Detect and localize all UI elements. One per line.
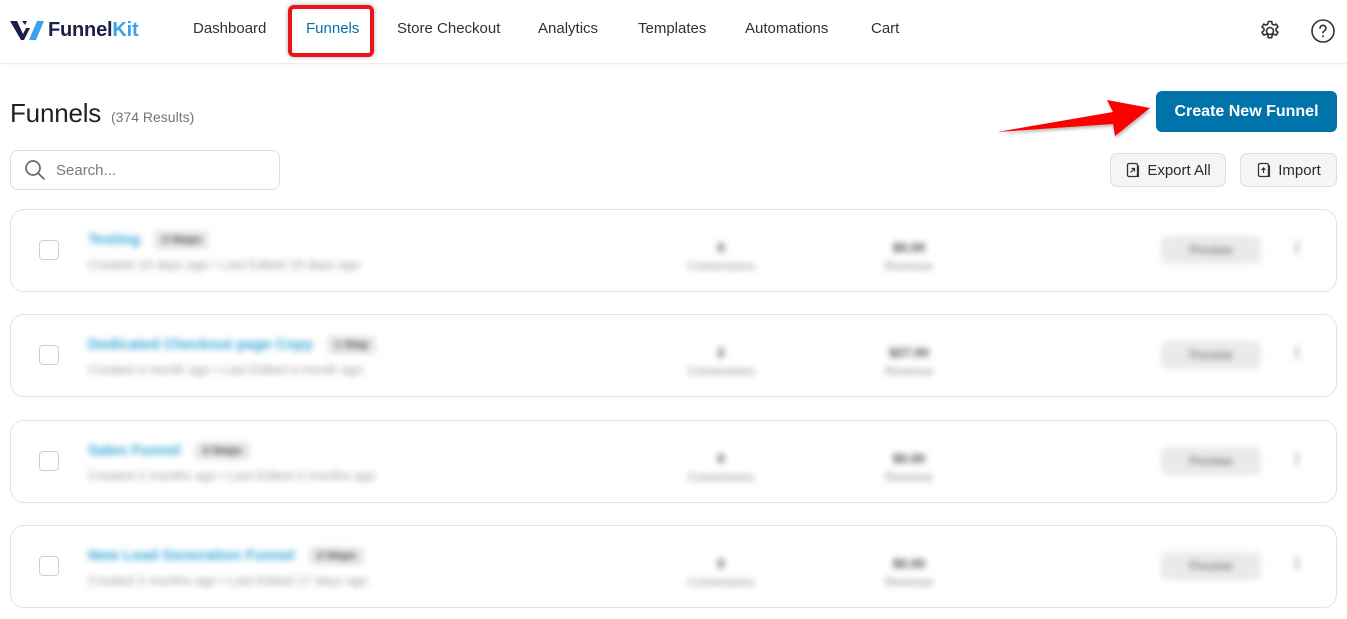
nav-store-checkout[interactable]: Store Checkout <box>397 20 500 37</box>
import-label: Import <box>1278 161 1321 179</box>
nav-dashboard[interactable]: Dashboard <box>193 20 266 37</box>
preview-button[interactable]: Preview <box>1161 341 1261 369</box>
export-all-button[interactable]: Export All <box>1110 153 1226 187</box>
funnel-row[interactable]: Dedicated Checkout page Copy 1 Step Creat… <box>10 314 1337 397</box>
conversions-stat: 0 Conversions <box>661 451 781 484</box>
revenue-value: $0.00 <box>892 556 926 571</box>
funnel-meta: Created 2 months ago • Last Edited 17 da… <box>88 573 368 588</box>
more-options-icon[interactable]: ⋮ <box>1289 343 1305 363</box>
revenue-stat: $0.00 Revenue <box>849 556 969 589</box>
conversions-stat: 0 Conversions <box>661 556 781 589</box>
revenue-label: Revenue <box>884 470 934 484</box>
row-checkbox[interactable] <box>39 556 59 576</box>
annotation-highlight-box <box>288 5 374 57</box>
conversions-label: Conversions <box>687 470 755 484</box>
revenue-label: Revenue <box>884 575 934 589</box>
funnelkit-logo[interactable]: FunnelKit <box>10 16 139 44</box>
brand-name: FunnelKit <box>48 18 139 42</box>
result-count: (374 Results) <box>111 109 195 125</box>
funnel-name[interactable]: Testing <box>88 231 140 248</box>
help-circle-icon <box>1311 19 1335 43</box>
conversions-stat: 0 Conversions <box>661 240 781 273</box>
conversions-label: Conversions <box>687 364 755 378</box>
steps-badge: 1 Step <box>327 336 377 355</box>
brand-name-funnel: Funnel <box>48 18 113 41</box>
blurred-row-content: New Lead Generation Funnel 2 Steps Create… <box>68 526 1336 607</box>
more-options-icon[interactable]: ⋮ <box>1289 554 1305 574</box>
annotation-arrow-icon <box>997 100 1150 136</box>
export-all-label: Export All <box>1147 161 1211 179</box>
funnelkit-logo-icon <box>10 21 44 40</box>
gear-icon <box>1261 20 1279 39</box>
revenue-stat: $27.00 Revenue <box>849 345 969 378</box>
page-title: Funnels <box>10 98 102 128</box>
conversions-value: 0 <box>717 240 725 255</box>
search-box[interactable] <box>10 150 280 190</box>
more-options-icon[interactable]: ⋮ <box>1289 238 1305 258</box>
funnel-meta: Created 2 months ago • Last Edited 2 mon… <box>88 468 376 483</box>
preview-button[interactable]: Preview <box>1161 552 1261 580</box>
revenue-label: Revenue <box>884 259 934 273</box>
nav-automations[interactable]: Automations <box>745 20 828 37</box>
funnel-name-link[interactable]: Dedicated Checkout page Copy 1 Step <box>88 336 377 355</box>
nav-analytics[interactable]: Analytics <box>538 20 598 37</box>
funnel-meta: Created a month ago • Last Edited a mont… <box>88 362 363 377</box>
steps-badge: 2 Steps <box>154 231 210 250</box>
nav-templates[interactable]: Templates <box>638 20 706 37</box>
top-navigation-bar: FunnelKit Dashboard Funnels Store Checko… <box>0 0 1347 64</box>
search-icon <box>25 160 45 180</box>
blurred-row-content: Testing 2 Steps Created 19 days ago • Las… <box>68 210 1336 291</box>
revenue-stat: $0.00 Revenue <box>849 451 969 484</box>
revenue-value: $0.00 <box>892 240 926 255</box>
steps-badge: 4 Steps <box>194 442 250 461</box>
funnel-name-link[interactable]: New Lead Generation Funnel 2 Steps <box>88 547 364 566</box>
steps-badge: 2 Steps <box>308 547 364 566</box>
revenue-stat: $0.00 Revenue <box>849 240 969 273</box>
funnel-name[interactable]: Dedicated Checkout page Copy <box>88 336 313 353</box>
revenue-label: Revenue <box>884 364 934 378</box>
search-input[interactable] <box>56 161 256 179</box>
help-button[interactable] <box>1310 18 1336 44</box>
funnel-meta: Created 19 days ago • Last Edited 19 day… <box>88 257 360 272</box>
import-button[interactable]: Import <box>1240 153 1337 187</box>
conversions-label: Conversions <box>687 575 755 589</box>
nav-cart[interactable]: Cart <box>871 20 899 37</box>
funnel-row[interactable]: New Lead Generation Funnel 2 Steps Create… <box>10 525 1337 608</box>
conversions-value: 0 <box>717 556 725 571</box>
preview-button[interactable]: Preview <box>1161 236 1261 264</box>
conversions-label: Conversions <box>687 259 755 273</box>
settings-button[interactable] <box>1257 18 1283 44</box>
conversions-stat: 2 Conversions <box>661 345 781 378</box>
preview-button[interactable]: Preview <box>1161 447 1261 475</box>
row-checkbox[interactable] <box>39 240 59 260</box>
blurred-row-content: Dedicated Checkout page Copy 1 Step Creat… <box>68 315 1336 396</box>
brand-name-kit: Kit <box>112 18 139 41</box>
row-checkbox[interactable] <box>39 451 59 471</box>
row-checkbox[interactable] <box>39 345 59 365</box>
funnel-row[interactable]: Testing 2 Steps Created 19 days ago • Las… <box>10 209 1337 292</box>
funnel-row[interactable]: Sales Funnel 4 Steps Created 2 months ago… <box>10 420 1337 503</box>
funnel-name[interactable]: New Lead Generation Funnel <box>88 547 295 564</box>
more-options-icon[interactable]: ⋮ <box>1289 449 1305 469</box>
funnel-name[interactable]: Sales Funnel <box>88 442 181 459</box>
export-file-icon <box>1127 162 1140 178</box>
funnel-name-link[interactable]: Testing 2 Steps <box>88 231 210 250</box>
revenue-value: $0.00 <box>892 451 926 466</box>
import-file-icon <box>1258 162 1271 178</box>
conversions-value: 2 <box>717 345 725 360</box>
funnel-name-link[interactable]: Sales Funnel 4 Steps <box>88 442 250 461</box>
create-new-funnel-button[interactable]: Create New Funnel <box>1156 91 1337 132</box>
revenue-value: $27.00 <box>889 345 929 360</box>
conversions-value: 0 <box>717 451 725 466</box>
blurred-row-content: Sales Funnel 4 Steps Created 2 months ago… <box>68 421 1336 502</box>
